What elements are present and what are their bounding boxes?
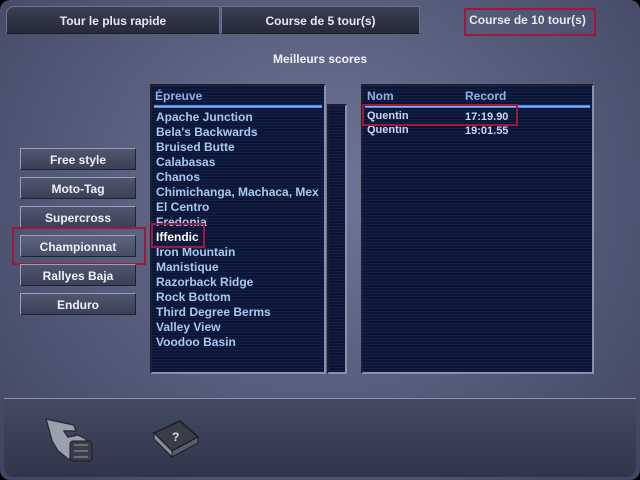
tab-5-laps[interactable]: Course de 5 tour(s)	[221, 6, 420, 34]
main-window: Tour le plus rapide Course de 5 tour(s) …	[0, 0, 640, 480]
score-name: Quentin	[367, 110, 409, 122]
mode-button-championnat[interactable]: Championnat	[20, 235, 136, 257]
track-item[interactable]: Fredonia	[156, 215, 207, 229]
track-item[interactable]: Rock Bottom	[156, 290, 231, 304]
tab-10-laps[interactable]: Course de 10 tour(s)	[421, 6, 634, 34]
track-item[interactable]: Third Degree Berms	[156, 305, 271, 319]
mode-button-enduro[interactable]: Enduro	[20, 293, 136, 315]
track-item[interactable]: Calabasas	[156, 155, 215, 169]
track-item[interactable]: Razorback Ridge	[156, 275, 253, 289]
scores-header-record: Record	[465, 89, 507, 103]
track-item[interactable]: Bruised Butte	[156, 140, 235, 154]
scores-table: Nom Record Quentin 17:19.90 Quentin 19:0…	[361, 84, 594, 374]
section-title: Meilleurs scores	[272, 52, 368, 66]
tab-fastest-lap[interactable]: Tour le plus rapide	[6, 6, 220, 34]
track-item[interactable]: Apache Junction	[156, 110, 253, 124]
track-list-header: Épreuve	[155, 89, 203, 103]
track-list[interactable]: Épreuve Apache Junction Bela's Backwards…	[150, 84, 326, 374]
track-item[interactable]: Chimichanga, Machaca, Mex	[156, 185, 319, 199]
track-item[interactable]: Valley View	[156, 320, 221, 334]
track-list-divider	[154, 105, 322, 108]
mode-button-free-style[interactable]: Free style	[20, 148, 136, 170]
track-item-selected[interactable]: Iffendic	[156, 230, 199, 244]
track-item[interactable]: Bela's Backwards	[156, 125, 258, 139]
track-item[interactable]: Iron Mountain	[156, 245, 235, 259]
mode-button-rallyes-baja[interactable]: Rallyes Baja	[20, 264, 136, 286]
track-list-scrollbar[interactable]	[327, 104, 347, 374]
track-item[interactable]: Chanos	[156, 170, 200, 184]
track-item[interactable]: El Centro	[156, 200, 209, 214]
bottom-bar: ?	[4, 398, 636, 477]
mode-button-moto-tag[interactable]: Moto-Tag	[20, 177, 136, 199]
track-item[interactable]: Voodoo Basin	[156, 335, 236, 349]
score-record: 19:01.55	[465, 125, 509, 137]
score-record: 17:19.90	[465, 111, 509, 123]
scores-divider	[365, 105, 590, 108]
help-book-icon[interactable]: ?	[150, 417, 202, 461]
mode-button-supercross[interactable]: Supercross	[20, 206, 136, 228]
svg-text:?: ?	[172, 430, 179, 444]
track-item[interactable]: Manistique	[156, 260, 219, 274]
score-name: Quentin	[367, 124, 409, 136]
pointing-hand-icon[interactable]	[44, 405, 100, 465]
scores-header-name: Nom	[367, 89, 394, 103]
